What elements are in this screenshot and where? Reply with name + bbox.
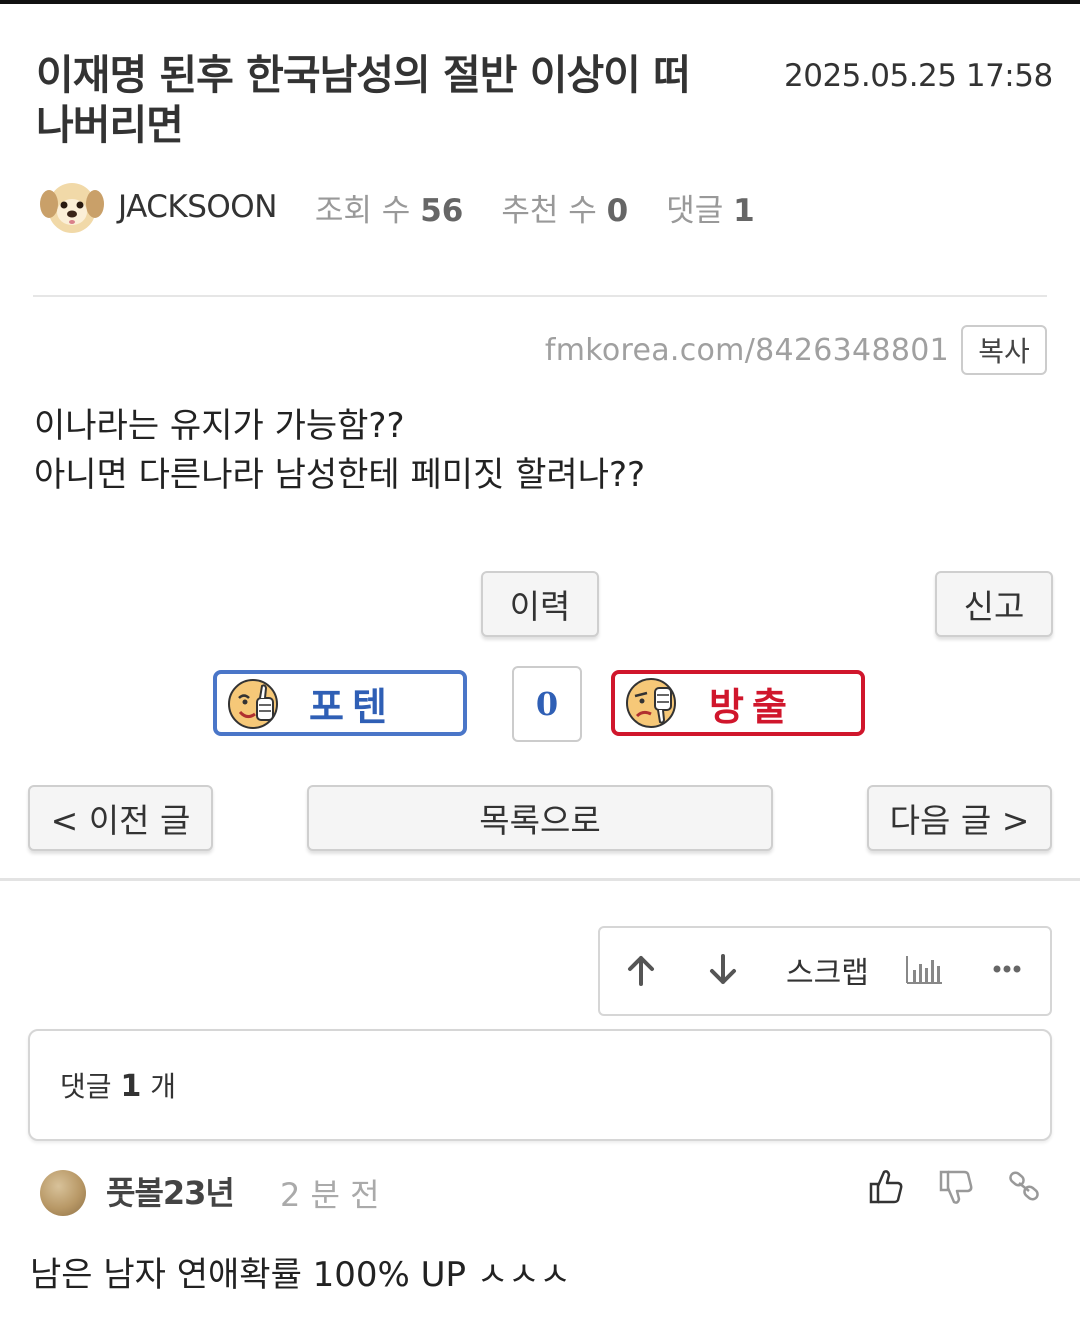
comment-count-number: 1: [120, 1069, 142, 1104]
comment-avatar[interactable]: [40, 1170, 86, 1216]
views-label: 조회 수: [314, 192, 411, 229]
author-avatar[interactable]: [40, 178, 104, 236]
copy-url-button[interactable]: 복사: [961, 325, 1047, 375]
post-body: 이나라는 유지가 가능함?? 아니면 다른나라 남성한테 페미짓 할려나??: [34, 402, 645, 500]
vote-count: 0: [512, 666, 582, 742]
list-button[interactable]: 목록으로: [307, 785, 773, 851]
post-title-line1: 이재명 된후 한국남성의 절반 이상이 떠: [36, 51, 691, 99]
thumbs-down-icon[interactable]: [938, 1168, 974, 1210]
top-border: [0, 0, 1080, 4]
post-body-line2: 아니면 다른나라 남성한테 페미짓 할려나??: [34, 455, 646, 495]
post-title: 이재명 된후 한국남성의 절반 이상이 떠 나버리면: [36, 50, 766, 150]
history-button[interactable]: 이력: [481, 571, 599, 637]
post-url[interactable]: fmkorea.com/8426348801: [545, 333, 949, 368]
comment-count-prefix: 댓글: [60, 1070, 112, 1103]
views-stat: 조회 수 56: [315, 185, 463, 230]
comment-text: 남은 남자 연애확률 100% UP ㅅㅅㅅ: [30, 1255, 571, 1295]
post-body-line1: 이나라는 유지가 가능함??: [34, 406, 405, 446]
more-icon[interactable]: [992, 964, 1022, 974]
recommend-stat: 추천 수 0: [501, 185, 628, 230]
thumbs-up-face-icon: [228, 679, 278, 729]
vote-up-label: 포텐: [309, 684, 395, 729]
vote-down-button[interactable]: 방출: [611, 670, 865, 736]
views-count: 56: [420, 192, 464, 229]
next-post-button[interactable]: 다음 글 >: [867, 785, 1052, 851]
post-title-line2: 나버리면: [36, 101, 184, 149]
comment-count-box: 댓글 1 개: [28, 1029, 1052, 1141]
link-icon[interactable]: [1006, 1168, 1044, 1210]
puppy-icon: [40, 183, 104, 233]
prev-post-button[interactable]: < 이전 글: [28, 785, 213, 851]
comment-time: 2 분 전: [280, 1176, 380, 1214]
meta-divider: [33, 295, 1047, 297]
thumbs-down-face-icon: [626, 678, 676, 728]
post-date: 2025.05.25 17:58: [784, 58, 1053, 94]
comment-count-label: 댓글 1 개: [60, 1065, 176, 1105]
comments-label: 댓글: [666, 192, 724, 229]
recommend-count: 0: [606, 192, 629, 229]
comment-count-suffix: 개: [150, 1070, 176, 1103]
vote-down-label: 방출: [709, 684, 795, 729]
report-button[interactable]: 신고: [935, 571, 1053, 637]
vote-up-button[interactable]: 포텐: [213, 670, 467, 736]
scrap-button[interactable]: 스크랩: [786, 948, 869, 992]
bar-chart-icon[interactable]: [904, 954, 944, 986]
arrow-up-icon[interactable]: [624, 954, 658, 988]
arrow-down-icon[interactable]: [706, 952, 740, 986]
comment-author[interactable]: 풋볼23년: [106, 1168, 235, 1214]
post-meta: JACKSOON 조회 수 56 추천 수 0 댓글 1: [40, 178, 793, 236]
post-toolbar: 스크랩: [598, 926, 1052, 1016]
comments-stat: 댓글 1: [666, 185, 754, 230]
recommend-label: 추천 수: [501, 192, 597, 229]
author-name[interactable]: JACKSOON: [118, 189, 277, 225]
post-url-row: fmkorea.com/8426348801 복사: [545, 325, 1047, 375]
thumbs-up-icon[interactable]: [868, 1168, 904, 1210]
comments-count: 1: [733, 192, 755, 229]
section-divider: [0, 878, 1080, 881]
